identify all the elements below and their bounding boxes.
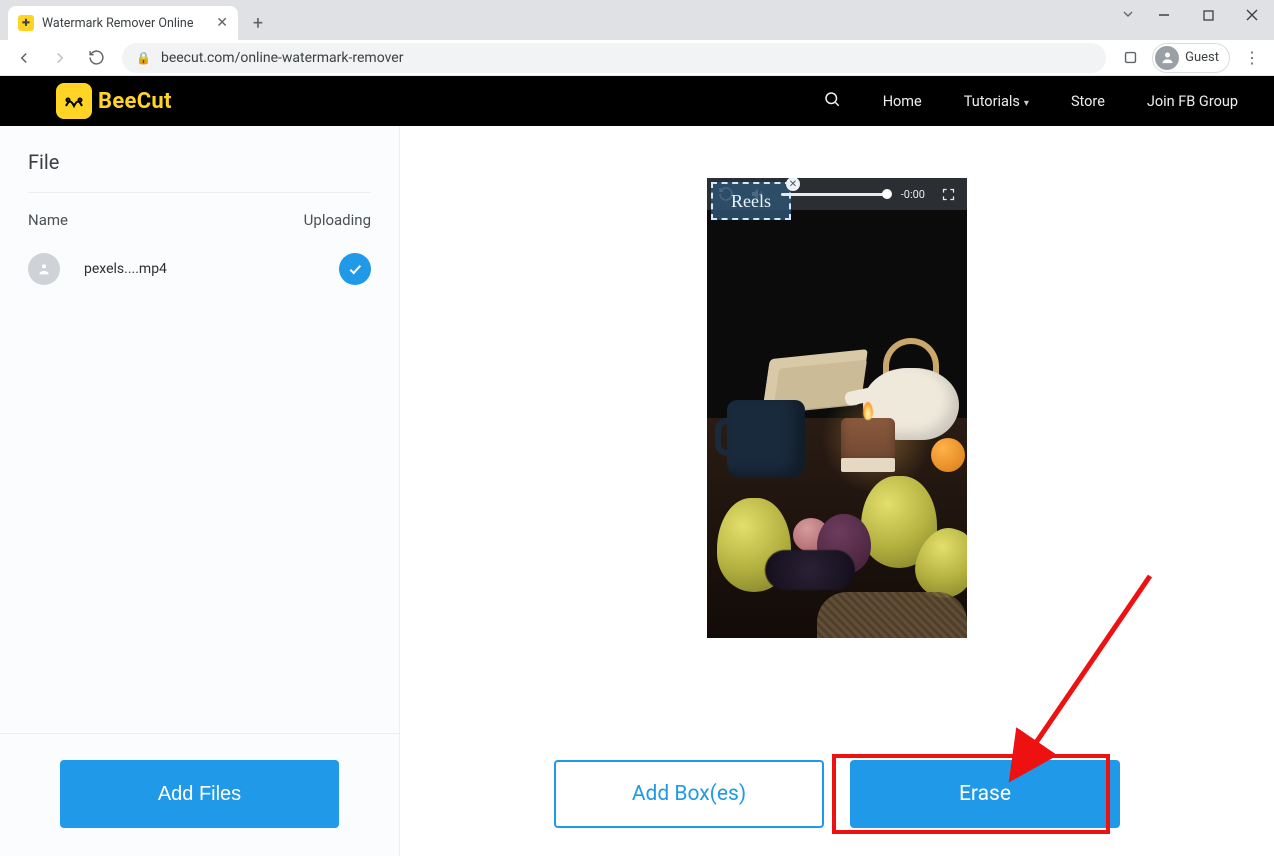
upload-complete-icon: [339, 253, 371, 285]
seek-slider[interactable]: [781, 193, 887, 196]
col-status: Uploading: [304, 211, 371, 229]
reload-button[interactable]: [80, 42, 112, 74]
video-still: Reels ✕: [707, 178, 967, 638]
close-tab-icon[interactable]: ✕: [216, 15, 228, 31]
selection-box[interactable]: Reels: [711, 182, 791, 220]
minimize-button[interactable]: [1142, 0, 1186, 30]
new-tab-button[interactable]: +: [244, 9, 272, 37]
main-nav: Home Tutorials Store Join FB Group: [823, 90, 1238, 112]
browser-toolbar: 🔒 beecut.com/online-watermark-remover Gu…: [0, 40, 1274, 76]
favicon-icon: ✚: [18, 15, 34, 31]
search-icon[interactable]: [823, 90, 841, 112]
file-thumb-icon: [28, 253, 60, 285]
erase-button[interactable]: Erase: [850, 760, 1120, 828]
address-bar[interactable]: 🔒 beecut.com/online-watermark-remover: [122, 43, 1106, 73]
divider: [28, 192, 371, 193]
maximize-button[interactable]: [1186, 0, 1230, 30]
brand-name[interactable]: BeeCut: [98, 89, 172, 114]
annotation-arrow-icon: [1000, 566, 1160, 786]
site-header: BeeCut Home Tutorials Store Join FB Grou…: [0, 76, 1274, 126]
app-body: File Name Uploading pexels....mp4 Add Fi…: [0, 126, 1274, 856]
nav-group[interactable]: Join FB Group: [1147, 93, 1238, 110]
sidebar-title: File: [28, 150, 371, 174]
lock-icon: 🔒: [136, 51, 151, 65]
avatar-icon: [1155, 46, 1179, 70]
url-text: beecut.com/online-watermark-remover: [161, 50, 403, 66]
file-row[interactable]: pexels....mp4: [28, 253, 371, 285]
logo-icon[interactable]: [56, 83, 92, 119]
col-name: Name: [28, 211, 68, 229]
sidebar: File Name Uploading pexels....mp4 Add Fi…: [0, 126, 400, 856]
browser-titlebar: ✚ Watermark Remover Online ✕ +: [0, 0, 1274, 40]
extensions-icon[interactable]: [1116, 44, 1144, 72]
profile-label: Guest: [1185, 50, 1219, 65]
profile-chip[interactable]: Guest: [1152, 43, 1230, 73]
nav-store[interactable]: Store: [1071, 93, 1105, 110]
window-controls: [1142, 0, 1274, 40]
back-button[interactable]: [8, 42, 40, 74]
nav-home[interactable]: Home: [883, 93, 922, 110]
video-player: Reels ✕ -0:00 Add Box(es) Erase: [707, 178, 967, 638]
forward-button[interactable]: [44, 42, 76, 74]
nav-tutorials[interactable]: Tutorials: [964, 93, 1029, 110]
kebab-menu-icon[interactable]: ⋮: [1238, 48, 1266, 67]
file-table-header: Name Uploading: [28, 211, 371, 229]
add-boxes-button[interactable]: Add Box(es): [554, 760, 824, 828]
tab-title: Watermark Remover Online: [42, 16, 193, 31]
main-panel: Reels ✕ -0:00 Add Box(es) Erase: [400, 126, 1274, 856]
file-name: pexels....mp4: [84, 261, 167, 277]
close-window-button[interactable]: [1230, 0, 1274, 30]
watermark-label: Reels: [731, 191, 771, 212]
tabs-chevron-icon[interactable]: [1120, 6, 1136, 26]
selection-close-icon[interactable]: ✕: [786, 178, 800, 191]
video-frame[interactable]: Reels ✕ -0:00: [707, 178, 967, 638]
browser-tab[interactable]: ✚ Watermark Remover Online ✕: [8, 6, 238, 40]
action-bar: Add Box(es) Erase: [400, 760, 1274, 828]
add-files-button[interactable]: Add Files: [60, 760, 339, 828]
